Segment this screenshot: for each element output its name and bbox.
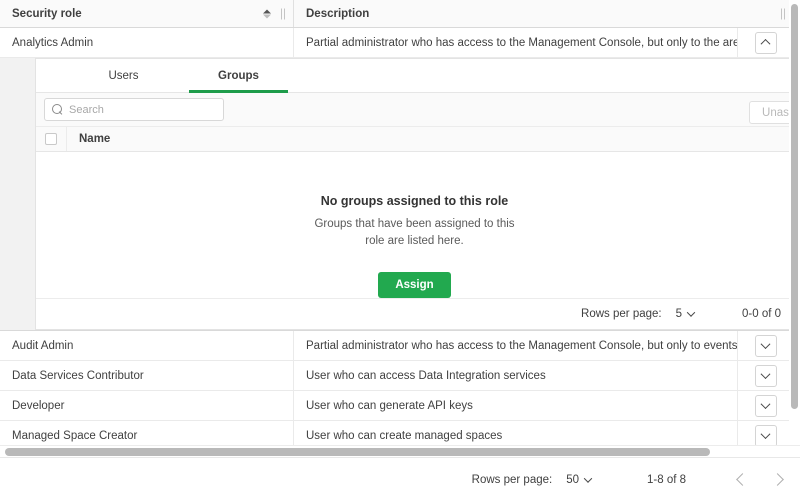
table-header-row: Security role Description — [0, 0, 793, 28]
role-detail-card: Users Groups Unassign — [35, 58, 793, 330]
column-header-label: Security role — [12, 8, 82, 20]
tab-label: Users — [108, 70, 138, 82]
row-expand-cell — [737, 28, 793, 57]
security-roles-table: Security role Description Analytics Admi… — [0, 0, 793, 455]
sort-arrows-icon[interactable] — [263, 9, 271, 18]
row-expand-cell — [737, 331, 793, 360]
detail-pagination: Rows per page: 5 0-0 of 0 — [36, 298, 793, 329]
chevron-down-icon — [761, 399, 771, 409]
pagination-arrows — [738, 475, 782, 484]
horizontal-scrollbar-thumb[interactable] — [5, 448, 710, 456]
empty-state: No groups assigned to this role Groups t… — [36, 152, 793, 298]
chevron-down-icon — [584, 474, 592, 482]
cell-description: Partial administrator who has access to … — [294, 28, 737, 57]
unassign-button[interactable]: Unassign — [749, 101, 793, 124]
rows-per-page-value: 5 — [676, 308, 682, 320]
chevron-up-icon — [761, 39, 771, 49]
vertical-scrollbar-track[interactable] — [789, 0, 800, 455]
horizontal-scrollbar-track[interactable] — [0, 445, 800, 457]
vertical-scrollbar-thumb[interactable] — [791, 4, 798, 409]
chevron-down-icon — [687, 309, 695, 317]
search-input[interactable] — [69, 104, 216, 116]
table-row[interactable]: Developer User who can generate API keys — [0, 391, 793, 421]
pagination-range: 0-0 of 0 — [742, 308, 781, 320]
rows-per-page-select[interactable]: 50 — [566, 474, 591, 486]
groups-table-header: Name — [36, 127, 793, 152]
detail-tabs: Users Groups — [36, 59, 793, 93]
column-header-security-role[interactable]: Security role — [0, 0, 294, 27]
row-expand-cell — [737, 391, 793, 420]
column-resize-handle[interactable] — [281, 8, 286, 19]
chevron-down-icon — [761, 339, 771, 349]
pagination-range: 1-8 of 8 — [647, 474, 686, 486]
column-header-label: Description — [306, 8, 369, 20]
next-page-icon[interactable] — [771, 473, 784, 486]
tab-users[interactable]: Users — [66, 59, 181, 92]
row-expand-cell — [737, 361, 793, 390]
cell-security-role: Data Services Contributor — [0, 361, 294, 390]
table-row[interactable]: Audit Admin Partial administrator who ha… — [0, 331, 793, 361]
table-row[interactable]: Data Services Contributor User who can a… — [0, 361, 793, 391]
rows-per-page-label: Rows per page: — [581, 308, 662, 320]
chevron-down-icon — [761, 429, 771, 439]
select-all-checkbox[interactable] — [45, 133, 57, 145]
column-header-description[interactable]: Description — [294, 0, 793, 27]
collapse-row-button[interactable] — [755, 32, 777, 54]
cell-description: Partial administrator who has access to … — [294, 331, 737, 360]
tab-groups[interactable]: Groups — [181, 59, 296, 92]
select-all-cell[interactable] — [36, 127, 67, 151]
cell-description: User who can access Data Integration ser… — [294, 361, 737, 390]
search-icon — [52, 104, 63, 115]
cell-security-role: Analytics Admin — [0, 28, 294, 57]
column-resize-handle[interactable] — [781, 8, 786, 19]
detail-toolbar: Unassign — [36, 93, 793, 127]
tab-label: Groups — [218, 70, 259, 82]
column-header-label: Name — [79, 133, 110, 145]
expand-row-button[interactable] — [755, 425, 777, 447]
search-box[interactable] — [44, 98, 224, 121]
rows-per-page-label: Rows per page: — [472, 474, 553, 486]
role-detail-panel: Users Groups Unassign — [0, 58, 793, 331]
security-roles-page: Security role Description Analytics Admi… — [0, 0, 800, 501]
cell-security-role: Developer — [0, 391, 294, 420]
table-row[interactable]: Analytics Admin Partial administrator wh… — [0, 28, 793, 58]
empty-state-title: No groups assigned to this role — [321, 194, 509, 208]
rows-per-page-value: 50 — [566, 474, 579, 486]
cell-description: User who can generate API keys — [294, 391, 737, 420]
chevron-down-icon — [761, 369, 771, 379]
expand-row-button[interactable] — [755, 335, 777, 357]
previous-page-icon[interactable] — [736, 473, 749, 486]
column-header-name[interactable]: Name — [67, 127, 793, 151]
assign-button[interactable]: Assign — [378, 272, 450, 298]
table-pagination: Rows per page: 50 1-8 of 8 — [0, 457, 800, 501]
cell-security-role: Audit Admin — [0, 331, 294, 360]
expand-row-button[interactable] — [755, 395, 777, 417]
empty-state-subtitle: Groups that have been assigned to this r… — [309, 216, 521, 250]
expand-row-button[interactable] — [755, 365, 777, 387]
rows-per-page-select[interactable]: 5 — [676, 308, 694, 320]
